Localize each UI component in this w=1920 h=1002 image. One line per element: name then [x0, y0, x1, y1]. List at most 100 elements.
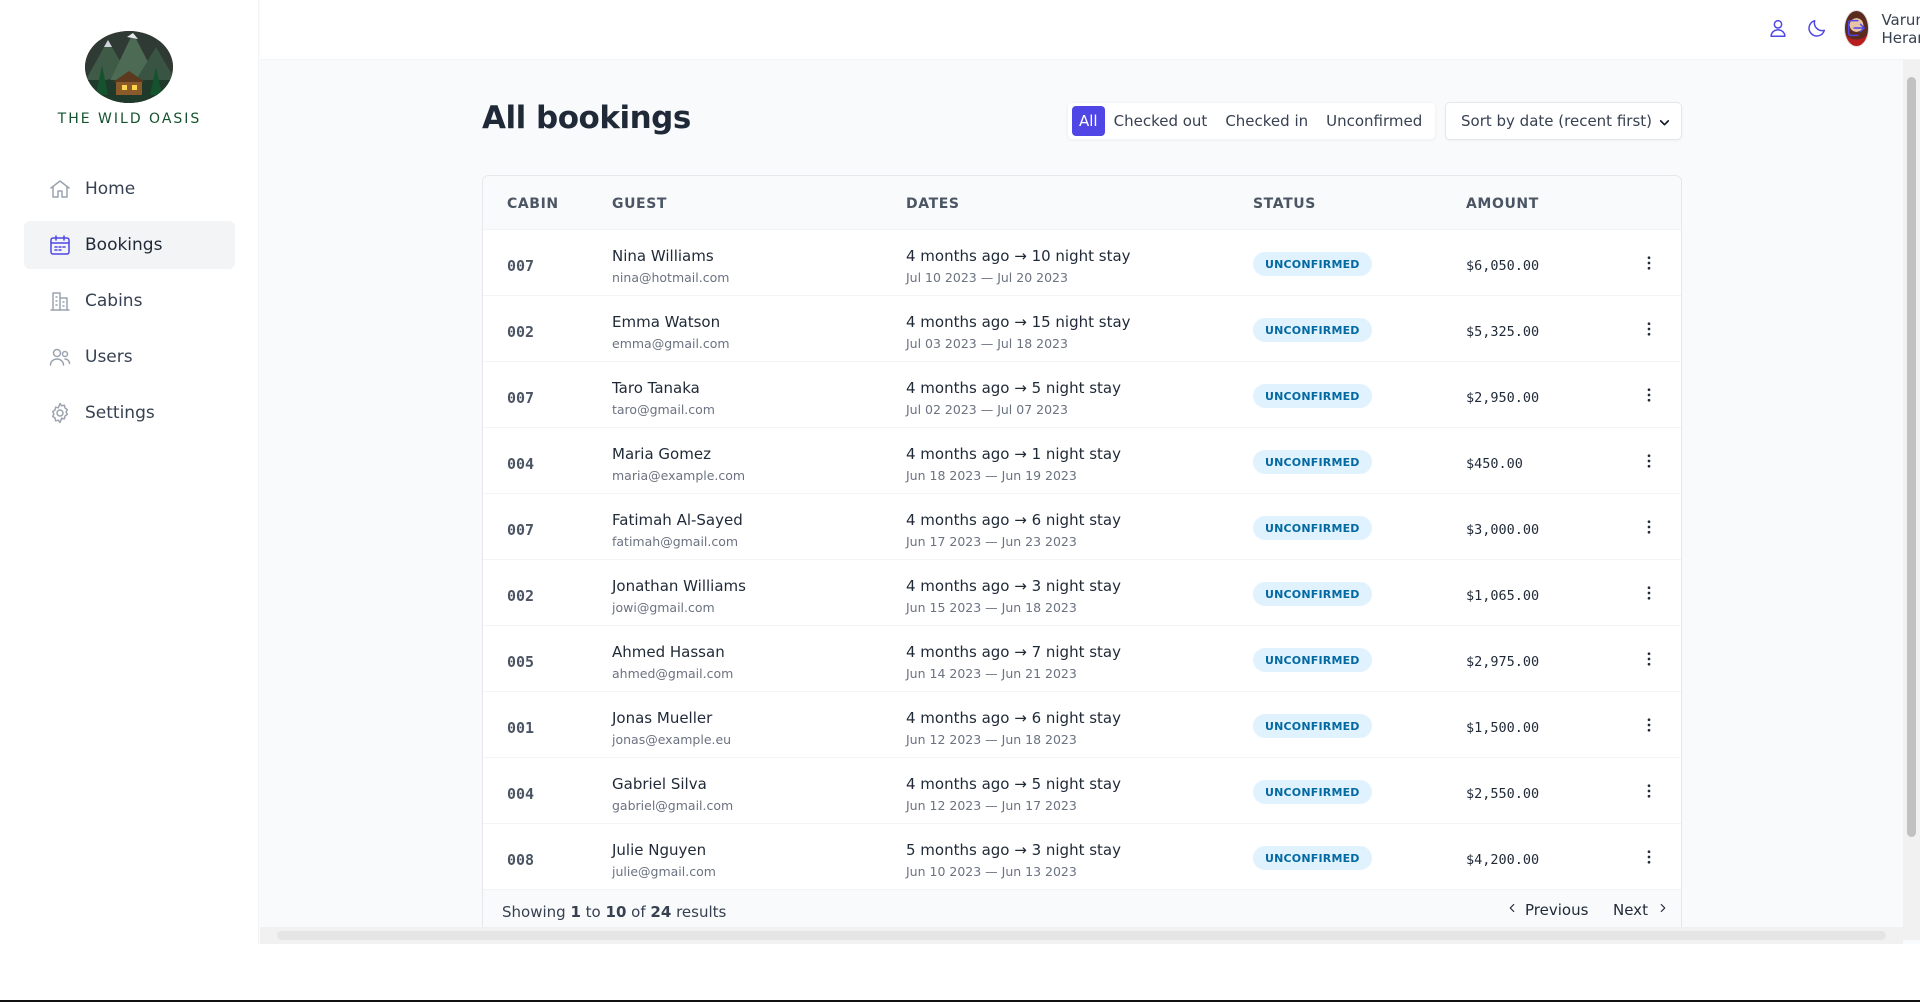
guest-email: julie@gmail.com [612, 864, 716, 879]
guest-email: jonas@example.eu [612, 732, 732, 747]
row-menu-button[interactable] [1638, 582, 1660, 604]
row-menu-button[interactable] [1638, 780, 1660, 802]
summary-from: 1 [570, 903, 581, 921]
guest-email: gabriel@gmail.com [612, 798, 734, 813]
moon-icon[interactable] [1806, 17, 1830, 41]
filter-unconfirmed-button[interactable]: Unconfirmed [1317, 106, 1431, 136]
sidebar-item-label: Bookings [85, 235, 163, 255]
summary-to-word: to [585, 903, 601, 921]
cabin-number: 007 [507, 389, 535, 407]
status-filter: All Checked out Checked in Unconfirmed [1067, 102, 1437, 140]
brand-logo[interactable] [78, 25, 180, 105]
table-row: 005 Ahmed Hassan ahmed@gmail.com 4 months a… [483, 626, 1681, 692]
stay-summary: 4 months ago → 6 night stay [906, 511, 1122, 529]
booking-amount: $2,550.00 [1466, 786, 1540, 802]
booking-amount: $2,975.00 [1466, 654, 1540, 670]
sidebar-item-label: Home [85, 179, 136, 199]
users-icon [48, 345, 72, 369]
row-menu-button[interactable] [1638, 450, 1660, 472]
chevron-right-icon [1656, 901, 1670, 919]
filter-all-button[interactable]: All [1072, 106, 1105, 136]
status-badge: UNCONFIRMED [1253, 780, 1372, 804]
row-menu-button[interactable] [1638, 318, 1660, 340]
table-body: 007 Nina Williams nina@hotmail.com 4 months… [483, 230, 1681, 890]
page-title: All bookings [482, 100, 691, 136]
row-menu-button[interactable] [1638, 384, 1660, 406]
logout-icon[interactable] [1845, 17, 1869, 41]
filter-checked-in-button[interactable]: Checked in [1216, 106, 1317, 136]
stay-date-range: Jul 10 2023 — Jul 20 2023 [906, 270, 1068, 285]
stay-summary: 4 months ago → 15 night stay [906, 313, 1131, 331]
previous-page-button[interactable]: Previous [1505, 901, 1588, 919]
stay-summary: 4 months ago → 5 night stay [906, 379, 1122, 397]
table-row: 004 Maria Gomez maria@example.com 4 months … [483, 428, 1681, 494]
vertical-scroll-thumb[interactable] [1907, 77, 1916, 837]
horizontal-scrollbar[interactable] [260, 927, 1903, 944]
booking-amount: $4,200.00 [1466, 852, 1540, 868]
column-header-amount: AMOUNT [1466, 196, 1539, 212]
vertical-scrollbar[interactable] [1903, 60, 1920, 940]
guest-name: Ahmed Hassan [612, 643, 725, 661]
booking-amount: $3,000.00 [1466, 522, 1540, 538]
sidebar-item-label: Settings [85, 403, 155, 423]
user-name: Varun Heranjal [1881, 10, 1920, 47]
home-icon [48, 177, 72, 201]
guest-email: nina@hotmail.com [612, 270, 730, 285]
cabin-number: 004 [507, 785, 535, 803]
sort-select[interactable]: Sort by date (recent first) [1445, 102, 1682, 140]
row-menu-button[interactable] [1638, 648, 1660, 670]
stay-date-range: Jun 15 2023 — Jun 18 2023 [906, 600, 1077, 615]
status-badge: UNCONFIRMED [1253, 846, 1372, 870]
next-page-button[interactable]: Next [1613, 901, 1670, 919]
sidebar-item-home[interactable]: Home [24, 165, 235, 213]
table-row: 001 Jonas Mueller jonas@example.eu 4 months… [483, 692, 1681, 758]
booking-amount: $1,065.00 [1466, 588, 1540, 604]
row-menu-button[interactable] [1638, 714, 1660, 736]
top-header: Varun Heranjal [260, 0, 1920, 60]
summary-of-word: of [631, 903, 646, 921]
stay-date-range: Jul 03 2023 — Jul 18 2023 [906, 336, 1068, 351]
guest-name: Jonas Mueller [612, 709, 713, 727]
gear-icon [48, 401, 72, 425]
user-icon[interactable] [1767, 17, 1791, 41]
cabin-number: 002 [507, 587, 535, 605]
more-vertical-icon [1647, 586, 1651, 600]
booking-amount: $6,050.00 [1466, 258, 1540, 274]
cabin-number: 004 [507, 455, 535, 473]
guest-name: Fatimah Al-Sayed [612, 511, 743, 529]
status-badge: UNCONFIRMED [1253, 714, 1372, 738]
building-icon [48, 289, 72, 313]
stay-date-range: Jun 12 2023 — Jun 18 2023 [906, 732, 1077, 747]
summary-total: 24 [650, 903, 672, 921]
horizontal-scroll-thumb[interactable] [277, 931, 1886, 940]
sidebar-item-cabins[interactable]: Cabins [24, 277, 235, 325]
stay-date-range: Jun 17 2023 — Jun 23 2023 [906, 534, 1077, 549]
column-header-status: STATUS [1253, 196, 1316, 212]
stay-date-range: Jul 02 2023 — Jul 07 2023 [906, 402, 1068, 417]
sidebar-nav: Home Bookings Cabins Users Settings [24, 165, 235, 445]
stay-summary: 4 months ago → 6 night stay [906, 709, 1122, 727]
guest-email: fatimah@gmail.com [612, 534, 739, 549]
summary-to: 10 [605, 903, 627, 921]
guest-name: Emma Watson [612, 313, 721, 331]
column-header-cabin: CABIN [507, 196, 559, 212]
row-menu-button[interactable] [1638, 846, 1660, 868]
table-row: 004 Gabriel Silva gabriel@gmail.com 4 month… [483, 758, 1681, 824]
status-badge: UNCONFIRMED [1253, 516, 1372, 540]
sidebar-item-settings[interactable]: Settings [24, 389, 235, 437]
table-row: 007 Fatimah Al-Sayed fatimah@gmail.com 4 mo… [483, 494, 1681, 560]
summary-prefix: Showing [502, 903, 566, 921]
booking-amount: $1,500.00 [1466, 720, 1540, 736]
filter-checked-out-button[interactable]: Checked out [1105, 106, 1217, 136]
row-menu-button[interactable] [1638, 252, 1660, 274]
more-vertical-icon [1647, 520, 1651, 534]
sidebar-item-users[interactable]: Users [24, 333, 235, 381]
guest-name: Julie Nguyen [612, 841, 707, 859]
row-menu-button[interactable] [1638, 516, 1660, 538]
stay-summary: 4 months ago → 1 night stay [906, 445, 1122, 463]
sort-selected-value: Sort by date (recent first) [1461, 112, 1652, 130]
sidebar-item-bookings[interactable]: Bookings [24, 221, 235, 269]
column-header-dates: DATES [906, 196, 960, 212]
cabin-number: 005 [507, 653, 535, 671]
more-vertical-icon [1647, 784, 1651, 798]
